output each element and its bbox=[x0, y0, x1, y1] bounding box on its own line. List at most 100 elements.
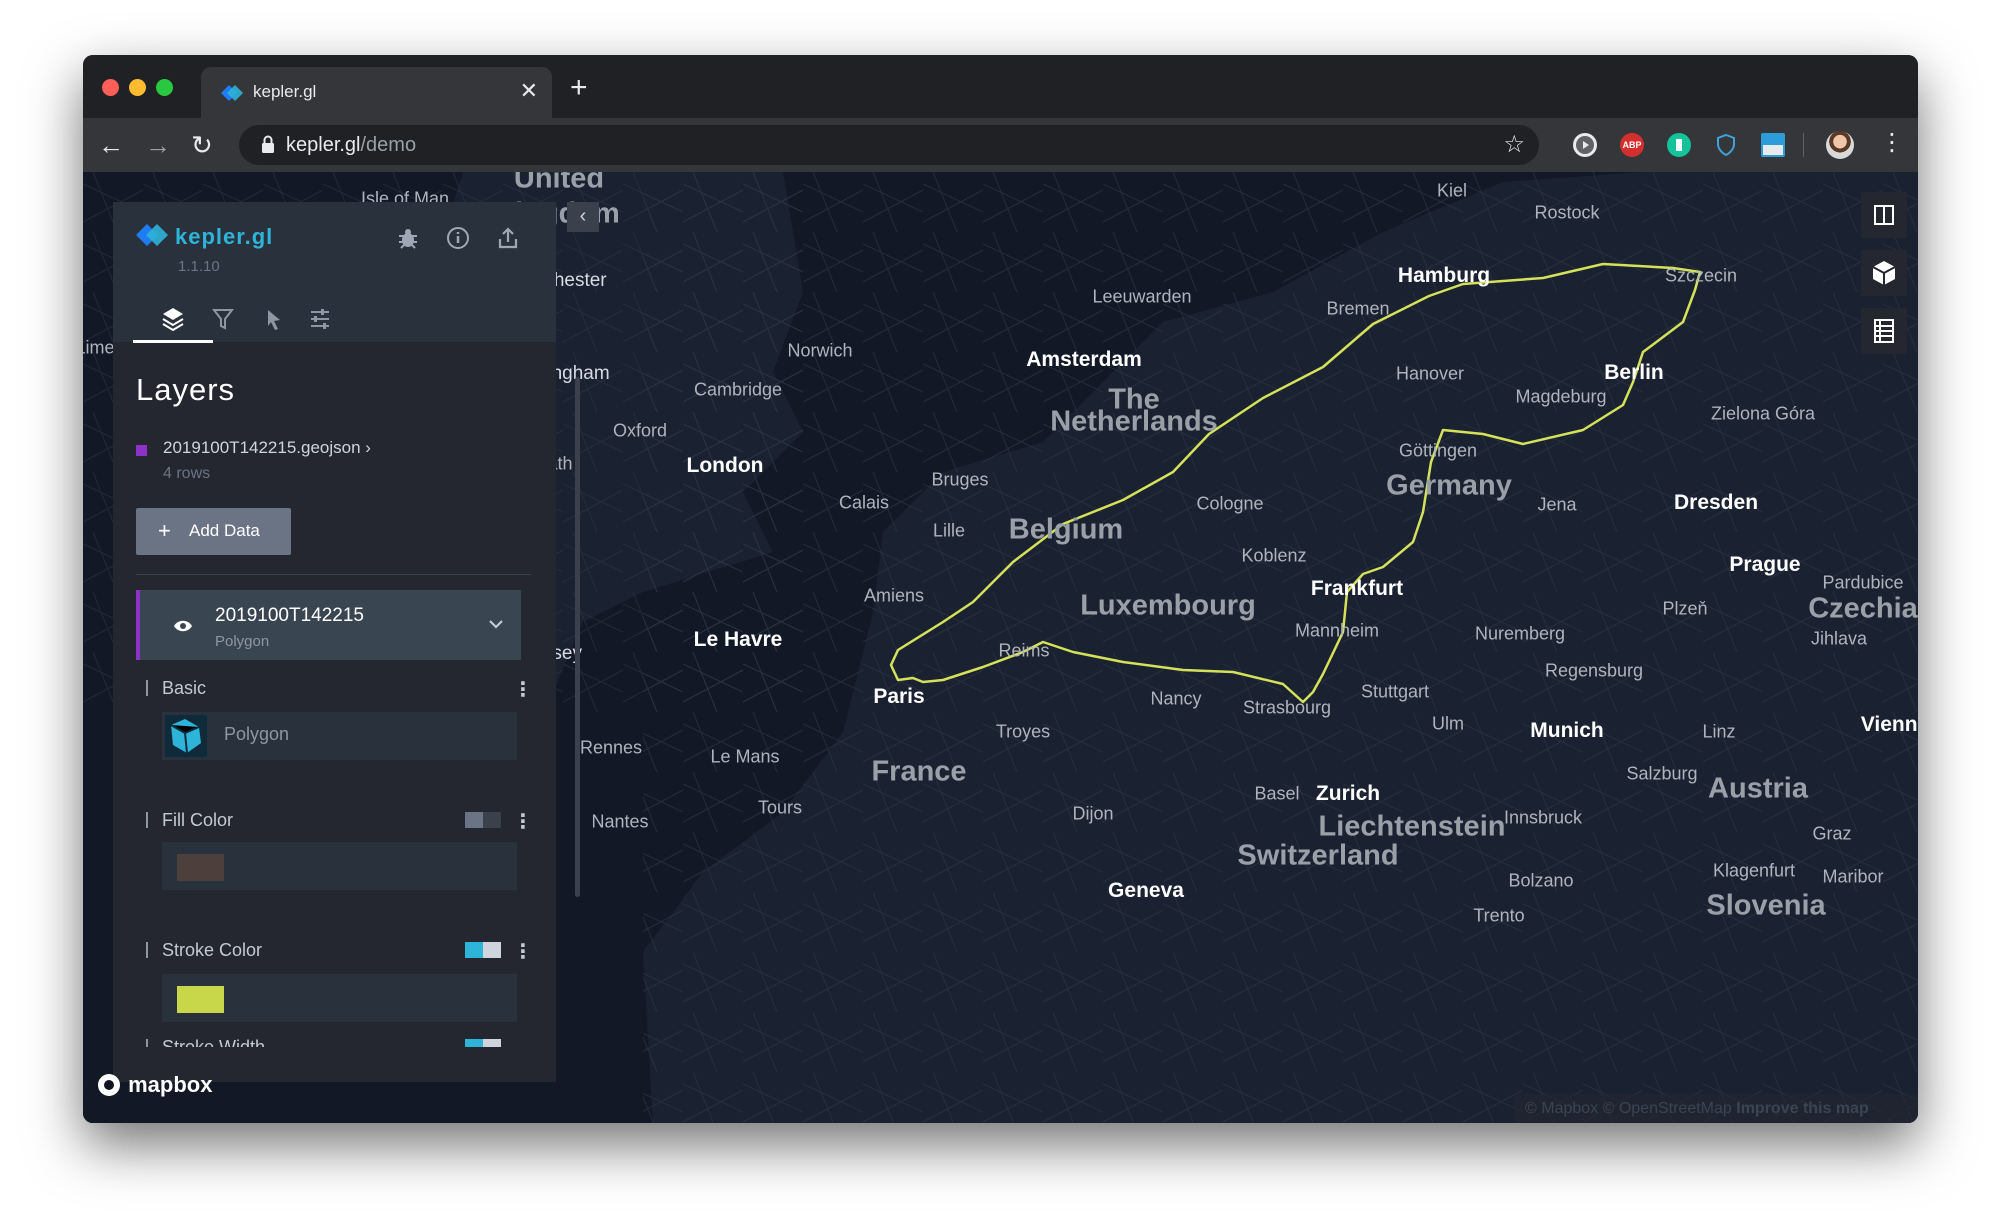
browser-tab[interactable]: kepler.gl ✕ bbox=[201, 67, 552, 118]
map-label: Rostock bbox=[1534, 202, 1600, 223]
map-label: Germany bbox=[1386, 469, 1512, 502]
map-label: Le Havre bbox=[693, 628, 783, 651]
map-label: Amiens bbox=[863, 585, 925, 606]
map-canvas[interactable]: United Kingdom Isle of Man Kiel Rostock Hambu… bbox=[83, 172, 1918, 1123]
forward-icon[interactable]: → bbox=[145, 130, 171, 160]
map-label: Mannheim bbox=[1294, 620, 1380, 641]
browser-toolbar: ← → ↻ kepler.gl/demo ☆ ABP ⋮ bbox=[83, 118, 1918, 172]
layer-card[interactable]: 2019100T142215 Polygon bbox=[136, 590, 521, 660]
map-label: Zielona Góra bbox=[1710, 403, 1816, 424]
close-tab-icon[interactable]: ✕ bbox=[520, 79, 538, 103]
interactions-tab[interactable] bbox=[256, 302, 290, 336]
fill-color-label[interactable]: Fill Color bbox=[146, 810, 233, 831]
dataset-name[interactable]: 2019100T142215.geojson › bbox=[163, 438, 371, 458]
stroke-color-label[interactable]: Stroke Color bbox=[146, 940, 262, 961]
collapse-panel-button[interactable]: ‹ bbox=[567, 202, 599, 232]
map-attribution[interactable]: © Mapbox © OpenStreetMap Improve this ma… bbox=[1515, 1094, 1918, 1123]
eye-icon[interactable] bbox=[173, 619, 193, 633]
map-label: Ulm bbox=[1432, 713, 1464, 734]
3d-view-icon[interactable] bbox=[1861, 250, 1907, 296]
map-label: Linz bbox=[1702, 721, 1736, 742]
mapbox-logo[interactable]: mapbox bbox=[96, 1072, 212, 1098]
layer-type-selector[interactable]: Polygon bbox=[162, 712, 517, 760]
map-label: Bremen bbox=[1326, 298, 1390, 319]
active-tab-indicator bbox=[133, 340, 213, 343]
tab-title: kepler.gl bbox=[253, 82, 317, 101]
map-label: Maribor bbox=[1822, 866, 1884, 887]
map-label: Göttingen bbox=[1398, 440, 1478, 461]
map-label: Norwich bbox=[787, 340, 853, 361]
stroke-color-menu-icon[interactable]: ⋮ bbox=[513, 939, 533, 964]
profile-avatar[interactable] bbox=[1826, 131, 1854, 159]
map-label: Cambridge bbox=[693, 379, 783, 400]
fill-color-picker[interactable] bbox=[162, 842, 517, 890]
cast-icon[interactable] bbox=[1761, 133, 1785, 157]
minimize-window-button[interactable] bbox=[129, 79, 146, 96]
chevron-down-icon[interactable] bbox=[486, 614, 506, 634]
layer-type: Polygon bbox=[215, 633, 270, 650]
map-label: Nantes bbox=[591, 811, 649, 832]
map-label: Geneva bbox=[1108, 879, 1184, 902]
map-label: Jena bbox=[1537, 494, 1577, 515]
abp-icon[interactable]: ABP bbox=[1620, 133, 1644, 157]
map-label: Stuttgart bbox=[1360, 681, 1430, 702]
split-map-icon[interactable] bbox=[1861, 192, 1907, 238]
map-label: Slovenia bbox=[1706, 889, 1826, 922]
bug-icon[interactable] bbox=[396, 226, 420, 250]
map-label: Oxford bbox=[612, 420, 668, 441]
map-label: Munich bbox=[1530, 719, 1604, 742]
map-label: Klagenfurt bbox=[1712, 860, 1796, 881]
new-tab-button[interactable]: + bbox=[570, 73, 588, 103]
map-label: Switzerland bbox=[1237, 839, 1399, 872]
map-label: Trento bbox=[1473, 905, 1525, 926]
info-icon[interactable] bbox=[446, 226, 470, 250]
basic-menu-icon[interactable]: ⋮ bbox=[513, 677, 533, 702]
map-label: Frankfurt bbox=[1310, 577, 1404, 600]
share-icon[interactable] bbox=[496, 226, 520, 250]
stroke-color-picker[interactable] bbox=[162, 974, 517, 1022]
kepler-favicon-icon bbox=[221, 85, 243, 101]
fill-color-toggle[interactable] bbox=[465, 812, 501, 828]
map-label: Graz bbox=[1812, 823, 1852, 844]
fill-color-menu-icon[interactable]: ⋮ bbox=[513, 809, 533, 834]
close-window-button[interactable] bbox=[102, 79, 119, 96]
url-text: kepler.gl/demo bbox=[286, 134, 417, 156]
layers-tab[interactable] bbox=[156, 302, 190, 336]
panel-title: Layers bbox=[136, 372, 236, 407]
title-bar: kepler.gl ✕ + bbox=[83, 55, 1918, 118]
map-label: Rennes bbox=[579, 737, 643, 758]
map-label: Nancy bbox=[1150, 688, 1202, 709]
map-style-tab[interactable] bbox=[303, 302, 337, 336]
map-label: Basel bbox=[1254, 783, 1300, 804]
map-label: Dresden bbox=[1673, 491, 1759, 514]
map-label: Reims bbox=[998, 640, 1050, 661]
data-table-icon[interactable] bbox=[1861, 308, 1907, 354]
back-icon[interactable]: ← bbox=[98, 130, 124, 160]
map-label: Troyes bbox=[995, 721, 1051, 742]
stroke-color-toggle[interactable] bbox=[465, 942, 501, 958]
map-label: Pardubice bbox=[1822, 572, 1904, 593]
basic-section-label[interactable]: Basic bbox=[146, 678, 206, 699]
map-label: Innsbruck bbox=[1503, 807, 1583, 828]
stroke-color-swatch[interactable] bbox=[177, 986, 224, 1013]
grammarly-icon[interactable] bbox=[1667, 133, 1691, 157]
address-bar[interactable]: kepler.gl/demo ☆ bbox=[239, 125, 1539, 165]
stroke-width-toggle[interactable] bbox=[465, 1039, 501, 1047]
map-label: Hanover bbox=[1395, 363, 1465, 384]
stroke-width-label[interactable]: Stroke Width bbox=[146, 1037, 265, 1047]
fill-color-swatch[interactable] bbox=[177, 854, 224, 881]
maximize-window-button[interactable] bbox=[156, 79, 173, 96]
map-label: Salzburg bbox=[1626, 763, 1698, 784]
panel-scrollbar[interactable] bbox=[575, 377, 580, 897]
kepler-logo-icon bbox=[136, 224, 168, 246]
browser-menu-icon[interactable]: ⋮ bbox=[1880, 128, 1904, 158]
reload-icon[interactable]: ↻ bbox=[191, 130, 213, 160]
browser-window: kepler.gl ✕ + ← → ↻ kepler.gl/demo ☆ ABP bbox=[83, 55, 1918, 1123]
bookmark-star-icon[interactable]: ☆ bbox=[1503, 130, 1525, 159]
shield-icon[interactable] bbox=[1714, 133, 1738, 157]
layer-name: 2019100T142215 bbox=[215, 605, 364, 626]
map-label: Magdeburg bbox=[1515, 386, 1607, 407]
play-icon[interactable] bbox=[1573, 133, 1597, 157]
filters-tab[interactable] bbox=[206, 302, 240, 336]
add-data-button[interactable]: + Add Data bbox=[136, 508, 291, 555]
